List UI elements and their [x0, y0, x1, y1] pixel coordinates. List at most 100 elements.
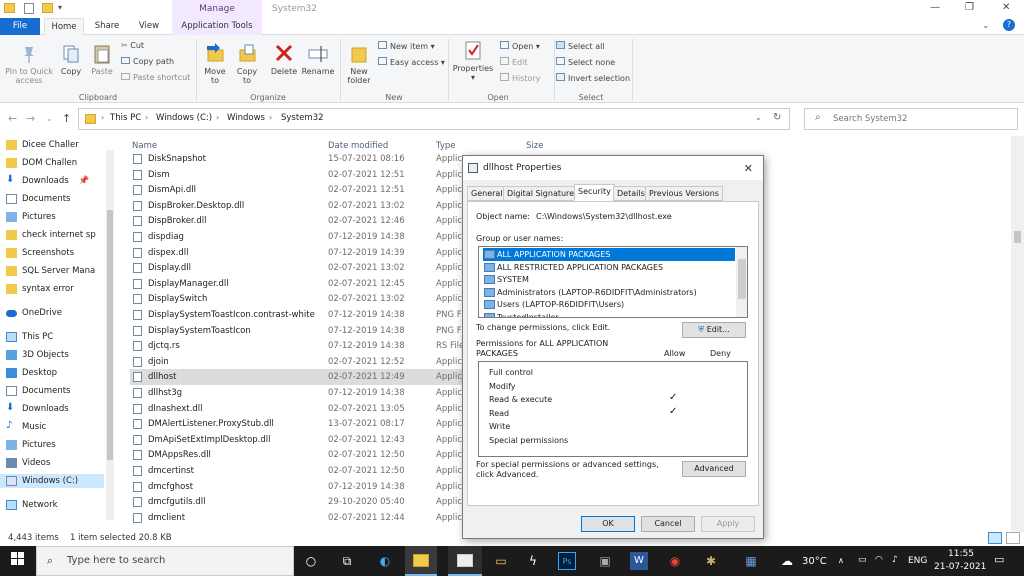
table-row[interactable]: dlnashext.dll 02-07-2021 13:05 Applic [130, 401, 470, 417]
nav-desktop[interactable]: Desktop [6, 366, 57, 380]
address-bar[interactable]: › This PC › Windows (C:) › Windows › Sys… [78, 108, 790, 130]
column-size[interactable]: Size [526, 141, 543, 151]
pin-quick-access-button[interactable]: Pin to Quick access [2, 43, 56, 85]
table-row[interactable]: dmcfghost 07-12-2019 14:38 Applic [130, 479, 470, 495]
refresh-icon[interactable]: ↻ [773, 112, 781, 123]
taskbar-search-input[interactable]: Type here to search [67, 555, 165, 566]
tab-digital-signatures[interactable]: Digital Signatures [503, 186, 583, 201]
table-row[interactable]: DismApi.dll 02-07-2021 12:51 Applic [130, 182, 470, 198]
tab-previous-versions[interactable]: Previous Versions [645, 186, 723, 201]
up-arrow-icon[interactable]: ↑ [62, 112, 71, 125]
tab-file[interactable]: File [0, 18, 40, 35]
table-row[interactable]: djoin 02-07-2021 12:52 Applic [130, 354, 470, 370]
maximize-button[interactable]: ❐ [965, 2, 974, 13]
nav-quick-dom[interactable]: DOM Challen [6, 156, 77, 170]
task-view-icon[interactable]: ⧉ [338, 552, 356, 570]
nav-network[interactable]: Network [6, 498, 58, 512]
invert-selection-button[interactable]: Invert selection [556, 73, 630, 83]
lightning-app-icon[interactable]: ϟ [524, 552, 542, 570]
customize-quick-access-icon[interactable]: ▾ [58, 3, 62, 12]
large-icons-view-icon[interactable] [1006, 532, 1020, 544]
nav-downloads[interactable]: ⬇ Downloads [6, 402, 69, 416]
table-row[interactable]: Display.dll 02-07-2021 13:02 Applic [130, 260, 470, 276]
open-button[interactable]: Open ▾ [500, 41, 540, 51]
language-indicator[interactable]: ENG [908, 556, 927, 566]
forward-arrow-icon[interactable]: → [26, 112, 35, 125]
nav-windows-c[interactable]: Windows (C:) [0, 474, 104, 488]
close-button[interactable]: ✕ [1002, 2, 1010, 13]
edge-icon[interactable]: ◐ [376, 552, 394, 570]
tab-general[interactable]: General [467, 186, 507, 201]
easy-access-button[interactable]: Easy access ▾ [378, 57, 445, 67]
tab-security[interactable]: Security [574, 184, 615, 201]
table-row[interactable]: dispex.dll 07-12-2019 14:39 Applic [130, 245, 470, 261]
table-row[interactable]: DisplaySwitch 02-07-2021 13:02 Applic [130, 291, 470, 307]
wifi-icon[interactable]: ◠ [875, 555, 883, 565]
clock-time[interactable]: 11:55 [948, 549, 974, 559]
app-icon[interactable]: ▦ [742, 552, 760, 570]
cortana-icon[interactable]: ○ [302, 552, 320, 570]
back-arrow-icon[interactable]: ← [8, 112, 17, 125]
column-name[interactable]: Name [132, 141, 157, 151]
nav-quick-screenshots[interactable]: Screenshots [6, 246, 74, 260]
paste-shortcut-button[interactable]: Paste shortcut [121, 73, 190, 82]
table-row[interactable]: DiskSnapshot 15-07-2021 08:16 Applic [130, 151, 470, 167]
nav-quick-check[interactable]: check internet sp [6, 228, 96, 242]
breadcrumb-system32[interactable]: System32 [281, 113, 324, 123]
nav-onedrive[interactable]: OneDrive [6, 306, 62, 320]
tab-home[interactable]: Home [44, 18, 84, 35]
nav-documents[interactable]: Documents [6, 384, 70, 398]
copy-path-button[interactable]: Copy path [121, 57, 174, 66]
table-row[interactable]: DispBroker.dll 02-07-2021 12:46 Applic [130, 213, 470, 229]
nav-quick-documents[interactable]: Documents [6, 192, 70, 206]
table-row[interactable]: DisplaySystemToastIcon 07-12-2019 14:38 PN… [130, 323, 470, 339]
breadcrumb-this-pc[interactable]: This PC [110, 113, 141, 123]
tab-application-tools[interactable]: Application Tools [172, 18, 262, 35]
app-icon[interactable]: ▣ [596, 552, 614, 570]
chevron-down-icon[interactable]: ⌄ [755, 113, 762, 122]
nav-scrollbar-thumb[interactable] [107, 210, 113, 460]
table-row[interactable]: Dism 02-07-2021 12:51 Applic [130, 167, 470, 183]
cut-button[interactable]: ✂ Cut [121, 41, 144, 50]
search-input[interactable]: Search System32 [833, 114, 907, 124]
table-row[interactable]: DMAlertListener.ProxyStub.dll 13-07-2021 … [130, 416, 470, 432]
copy-button[interactable]: Copy [57, 43, 85, 76]
table-row[interactable]: DispBroker.Desktop.dll 02-07-2021 13:02 Ap… [130, 198, 470, 214]
sticky-notes-icon[interactable]: ▭ [492, 552, 510, 570]
table-row[interactable]: DisplaySystemToastIcon.contrast-white 07-… [130, 307, 470, 323]
group-list-item[interactable]: SYSTEM [483, 273, 735, 286]
taskbar-search-box[interactable]: ⌕ Type here to search [36, 546, 294, 576]
apply-button[interactable]: Apply [701, 516, 755, 532]
table-row[interactable]: dmcfgutils.dll 29-10-2020 05:40 Applic [130, 494, 470, 510]
help-icon[interactable]: ? [1003, 19, 1015, 31]
table-row[interactable]: dllhst3g 07-12-2019 14:38 Applic [130, 385, 470, 401]
file-scrollbar-thumb[interactable] [1014, 231, 1021, 243]
copy-to-button[interactable]: Copy to [232, 43, 262, 85]
search-box[interactable]: ⌕ Search System32 [804, 108, 1018, 130]
cancel-button[interactable]: Cancel [641, 516, 695, 532]
recent-locations-icon[interactable]: ⌄ [46, 114, 53, 123]
app-icon[interactable]: ✱ [702, 552, 720, 570]
weather-icon[interactable]: ☁ [778, 552, 796, 570]
word-icon[interactable]: W [630, 552, 648, 570]
table-row[interactable]: DmApiSetExtImplDesktop.dll 02-07-2021 12:… [130, 432, 470, 448]
expand-ribbon-icon[interactable]: ⌄ [982, 21, 990, 31]
nav-quick-downloads[interactable]: ⬇ Downloads 📌 [6, 174, 89, 188]
nav-quick-sql[interactable]: SQL Server Mana [6, 264, 95, 278]
paste-button[interactable]: Paste [88, 43, 116, 76]
group-list-item[interactable]: Administrators (LAPTOP-R6DIDFIT\Administ… [483, 286, 735, 299]
tab-view[interactable]: View [130, 18, 168, 35]
nav-videos[interactable]: Videos [6, 456, 50, 470]
nav-music[interactable]: ♪ Music [6, 420, 46, 434]
new-item-button[interactable]: New item ▾ [378, 41, 435, 51]
table-row[interactable]: dispdiag 07-12-2019 14:38 Applic [130, 229, 470, 245]
chrome-icon[interactable]: ◉ [666, 552, 684, 570]
ok-button[interactable]: OK [581, 516, 635, 532]
nav-3d-objects[interactable]: 3D Objects [6, 348, 69, 362]
dialog-close-icon[interactable]: ✕ [744, 162, 753, 175]
tab-details[interactable]: Details [613, 186, 649, 201]
rename-button[interactable]: Rename [300, 43, 336, 76]
edit-button[interactable]: Edit [500, 57, 528, 67]
network-tray-icon[interactable]: ▭ [858, 555, 867, 565]
breadcrumb-windows[interactable]: Windows [227, 113, 265, 123]
